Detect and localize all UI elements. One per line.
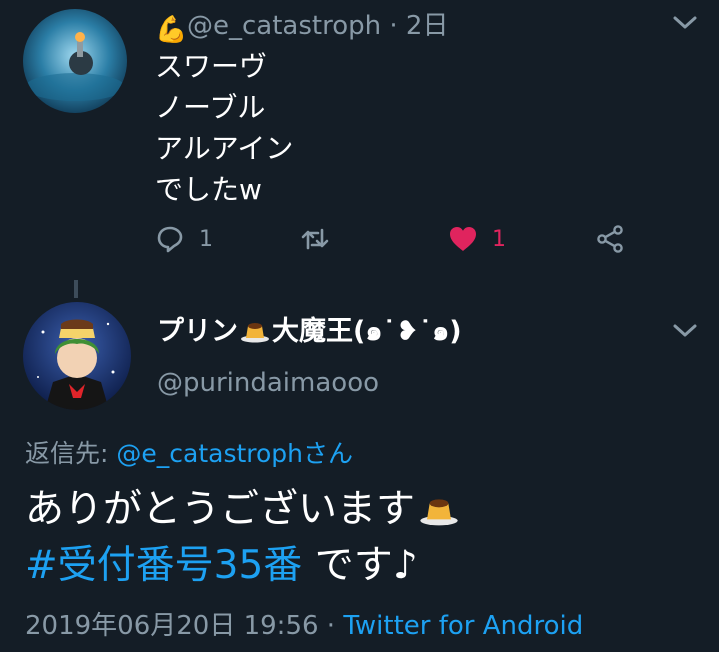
display-name[interactable]: プリン 大魔王(๑˙❥˙๑) xyxy=(157,314,462,350)
reply-count: 1 xyxy=(199,226,213,252)
display-name-part1: プリン xyxy=(157,316,238,347)
tweet-header: 💪@e_catastroph · 2日 xyxy=(155,10,449,45)
tweet-line: でしたw xyxy=(155,173,262,206)
like-button[interactable]: 1 xyxy=(448,222,506,256)
tweet-text-line2: #受付番号35番 です♪ xyxy=(25,538,418,594)
pudding-icon xyxy=(419,486,459,526)
thread-connector-line xyxy=(74,280,78,298)
share-button[interactable] xyxy=(595,222,625,256)
tweet-line: ありがとうございます xyxy=(25,487,416,532)
retweet-button[interactable] xyxy=(300,222,344,256)
timestamp: 2019年06月20日 19:56 xyxy=(25,611,319,641)
hashtag-link[interactable]: #受付番号35番 xyxy=(25,543,302,588)
display-name-part2: 大魔王(๑˙❥˙๑) xyxy=(272,316,462,347)
replying-to: 返信先: @e_catastrophさん xyxy=(25,438,353,470)
replying-suffix: さん xyxy=(303,439,354,468)
reply-button[interactable]: 1 xyxy=(155,222,213,256)
tweet-line: ノーブル xyxy=(155,91,266,124)
tweet-text: スワーヴ ノーブル アルアイン でしたw xyxy=(155,46,293,210)
avatar[interactable] xyxy=(23,302,131,410)
tweet-time[interactable]: 2日 xyxy=(406,11,449,41)
chevron-down-icon[interactable] xyxy=(672,14,698,32)
replying-label: 返信先: xyxy=(25,439,117,468)
source-link[interactable]: Twitter for Android xyxy=(343,611,583,641)
tweet-text: ありがとうございます xyxy=(25,482,459,538)
chevron-down-icon[interactable] xyxy=(672,322,698,340)
replying-handle-link[interactable]: @e_catastroph xyxy=(116,439,303,468)
heart-icon xyxy=(450,227,476,251)
author-handle[interactable]: @purindaimaooo xyxy=(157,366,379,400)
retweet-icon xyxy=(301,228,329,250)
flexed-biceps-icon: 💪 xyxy=(155,15,188,45)
tweet-meta: 2019年06月20日 19:56 · Twitter for Android xyxy=(25,609,583,643)
tweet-line: アルアイン xyxy=(155,132,294,165)
tweet-line: スワーヴ xyxy=(155,50,268,83)
pudding-icon xyxy=(240,317,270,343)
avatar[interactable] xyxy=(23,9,127,113)
author-handle[interactable]: @e_catastroph xyxy=(187,11,381,41)
meta-separator: · xyxy=(318,611,344,641)
like-count: 1 xyxy=(492,226,506,252)
header-separator: · xyxy=(381,11,406,41)
reply-icon xyxy=(157,226,183,253)
share-icon xyxy=(597,225,623,253)
tweet-line: です♪ xyxy=(302,543,418,588)
